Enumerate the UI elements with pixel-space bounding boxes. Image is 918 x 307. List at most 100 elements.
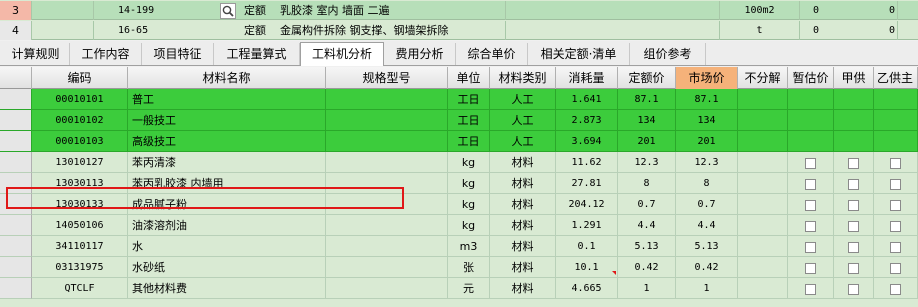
checkbox[interactable] [890, 241, 901, 253]
cell-unit: 工日 [448, 110, 490, 131]
row-type: 定额 [244, 4, 266, 17]
cell-no-decompose [738, 278, 788, 299]
row-indicator [0, 152, 32, 173]
header-market-price[interactable]: 市场价 [676, 67, 738, 89]
checkbox[interactable] [890, 220, 901, 232]
cell-unit: kg [448, 173, 490, 194]
tab-unit-price[interactable]: 综合单价 [456, 43, 528, 65]
checkbox[interactable] [890, 283, 901, 295]
highlight-box [6, 187, 404, 209]
cell-material-name: 普工 [128, 89, 326, 110]
cell-quota-price: 0.42 [618, 257, 676, 278]
row-unit: 100m2 [720, 1, 800, 20]
row-value-1: 0 [812, 5, 820, 16]
cell-quota-price: 5.13 [618, 236, 676, 257]
checkbox[interactable] [890, 178, 901, 190]
checkbox[interactable] [890, 199, 901, 211]
checkbox[interactable] [848, 241, 859, 253]
checkbox[interactable] [805, 178, 816, 190]
material-row[interactable]: 34110117 水 m3 材料 0.1 5.13 5.13 [0, 236, 918, 257]
cell-contractor-supplied [874, 215, 918, 236]
header-code[interactable]: 编码 [32, 67, 128, 89]
cell-quantity: 204.12 [556, 194, 618, 215]
cell-quota-price: 12.3 [618, 152, 676, 173]
tab-material-analysis[interactable]: 工料机分析 [300, 42, 384, 66]
tab-work-content[interactable]: 工作内容 [70, 43, 142, 65]
cell-market-price: 0.42 [676, 257, 738, 278]
cell-market-price: 8 [676, 173, 738, 194]
search-icon[interactable] [216, 1, 240, 20]
checkbox[interactable] [848, 283, 859, 295]
row-value-2: 0 [832, 1, 898, 20]
header-quota-price[interactable]: 定额价 [618, 67, 676, 89]
header-owner-supplied[interactable]: 甲供 [834, 67, 874, 89]
checkbox[interactable] [805, 157, 816, 169]
material-row[interactable]: 13010127 苯丙清漆 kg 材料 11.62 12.3 12.3 [0, 152, 918, 173]
cell-provisional-price [788, 257, 834, 278]
cell-unit: 工日 [448, 89, 490, 110]
cell-no-decompose [738, 194, 788, 215]
cell-contractor-supplied [874, 110, 918, 131]
header-material-name[interactable]: 材料名称 [128, 67, 326, 89]
cell-contractor-supplied [874, 194, 918, 215]
checkbox[interactable] [890, 262, 901, 274]
cell-market-price: 12.3 [676, 152, 738, 173]
parent-row[interactable]: 4 16-65 定额 金属构件拆除 钢支撑、钢墙架拆除 t 0 0 [0, 21, 918, 40]
cell-quantity: 1.291 [556, 215, 618, 236]
cell-owner-supplied [834, 236, 874, 257]
cell-provisional-price [788, 215, 834, 236]
tab-item-features[interactable]: 项目特征 [142, 43, 214, 65]
cell-provisional-price [788, 110, 834, 131]
checkbox[interactable] [848, 220, 859, 232]
material-row[interactable]: 03131975 水砂纸张材料 10.1 0.42 0.42 [0, 257, 918, 278]
cell-category: 材料 [490, 215, 556, 236]
parent-row[interactable]: 3 14-199 定额 乳胶漆 室内 墙面 二遍 100m2 0 0 [0, 1, 918, 20]
checkbox[interactable] [890, 157, 901, 169]
tab-cost-analysis[interactable]: 费用分析 [384, 43, 456, 65]
header-no-decompose[interactable]: 不分解 [738, 67, 788, 89]
material-row[interactable]: 14050106 油漆溶剂油 kg 材料 1.291 4.4 4.4 [0, 215, 918, 236]
cell-material-name: 水 [128, 236, 326, 257]
parent-table: 3 14-199 定额 乳胶漆 室内 墙面 二遍 100m2 0 0 4 16-… [0, 0, 918, 40]
checkbox[interactable] [805, 241, 816, 253]
material-row[interactable]: 00010101 普工 工日 人工 1.641 87.1 87.1 [0, 89, 918, 110]
cell-contractor-supplied [874, 173, 918, 194]
material-row[interactable]: 00010103 高级技工 工日 人工 3.694 201 201 [0, 131, 918, 152]
row-indicator [0, 236, 32, 257]
header-category[interactable]: 材料类别 [490, 67, 556, 89]
cell-quantity: 11.62 [556, 152, 618, 173]
cell-quota-price: 201 [618, 131, 676, 152]
header-provisional-price[interactable]: 暂估价 [788, 67, 834, 89]
cell-owner-supplied [834, 110, 874, 131]
checkbox[interactable] [805, 283, 816, 295]
row-indicator [0, 257, 32, 278]
header-unit[interactable]: 单位 [448, 67, 490, 89]
cell-unit: 张 [448, 257, 490, 278]
checkbox[interactable] [848, 178, 859, 190]
row-code: 14-199 [118, 5, 155, 16]
tab-pricing-reference[interactable]: 组价参考 [630, 43, 706, 65]
cell-quota-price: 87.1 [618, 89, 676, 110]
row-code: 16-65 [118, 25, 149, 36]
checkbox[interactable] [848, 157, 859, 169]
material-row[interactable]: 00010102 一般技工 工日 人工 2.873 134 134 [0, 110, 918, 131]
checkbox[interactable] [848, 262, 859, 274]
cell-market-price: 134 [676, 110, 738, 131]
material-row[interactable]: QTCLF 其他材料费元材料 4.665 1 1 [0, 278, 918, 299]
cell-spec [326, 152, 448, 173]
cell-spec [326, 215, 448, 236]
cell-material-name: 水砂纸 [128, 257, 326, 278]
header-spec[interactable]: 规格型号 [326, 67, 448, 89]
cell-category: 材料 [490, 236, 556, 257]
header-quantity[interactable]: 消耗量 [556, 67, 618, 89]
cell-market-price: 87.1 [676, 89, 738, 110]
tab-calc-rules[interactable]: 计算规则 [2, 43, 70, 65]
tab-quantity-formula[interactable]: 工程量算式 [214, 43, 300, 65]
checkbox[interactable] [805, 262, 816, 274]
checkbox[interactable] [805, 220, 816, 232]
tab-related-quota[interactable]: 相关定额·清单 [528, 43, 630, 65]
header-contractor-supplied[interactable]: 乙供主 [874, 67, 918, 89]
checkbox[interactable] [848, 199, 859, 211]
checkbox[interactable] [805, 199, 816, 211]
cell-material-name: 其他材料费 [128, 278, 326, 299]
